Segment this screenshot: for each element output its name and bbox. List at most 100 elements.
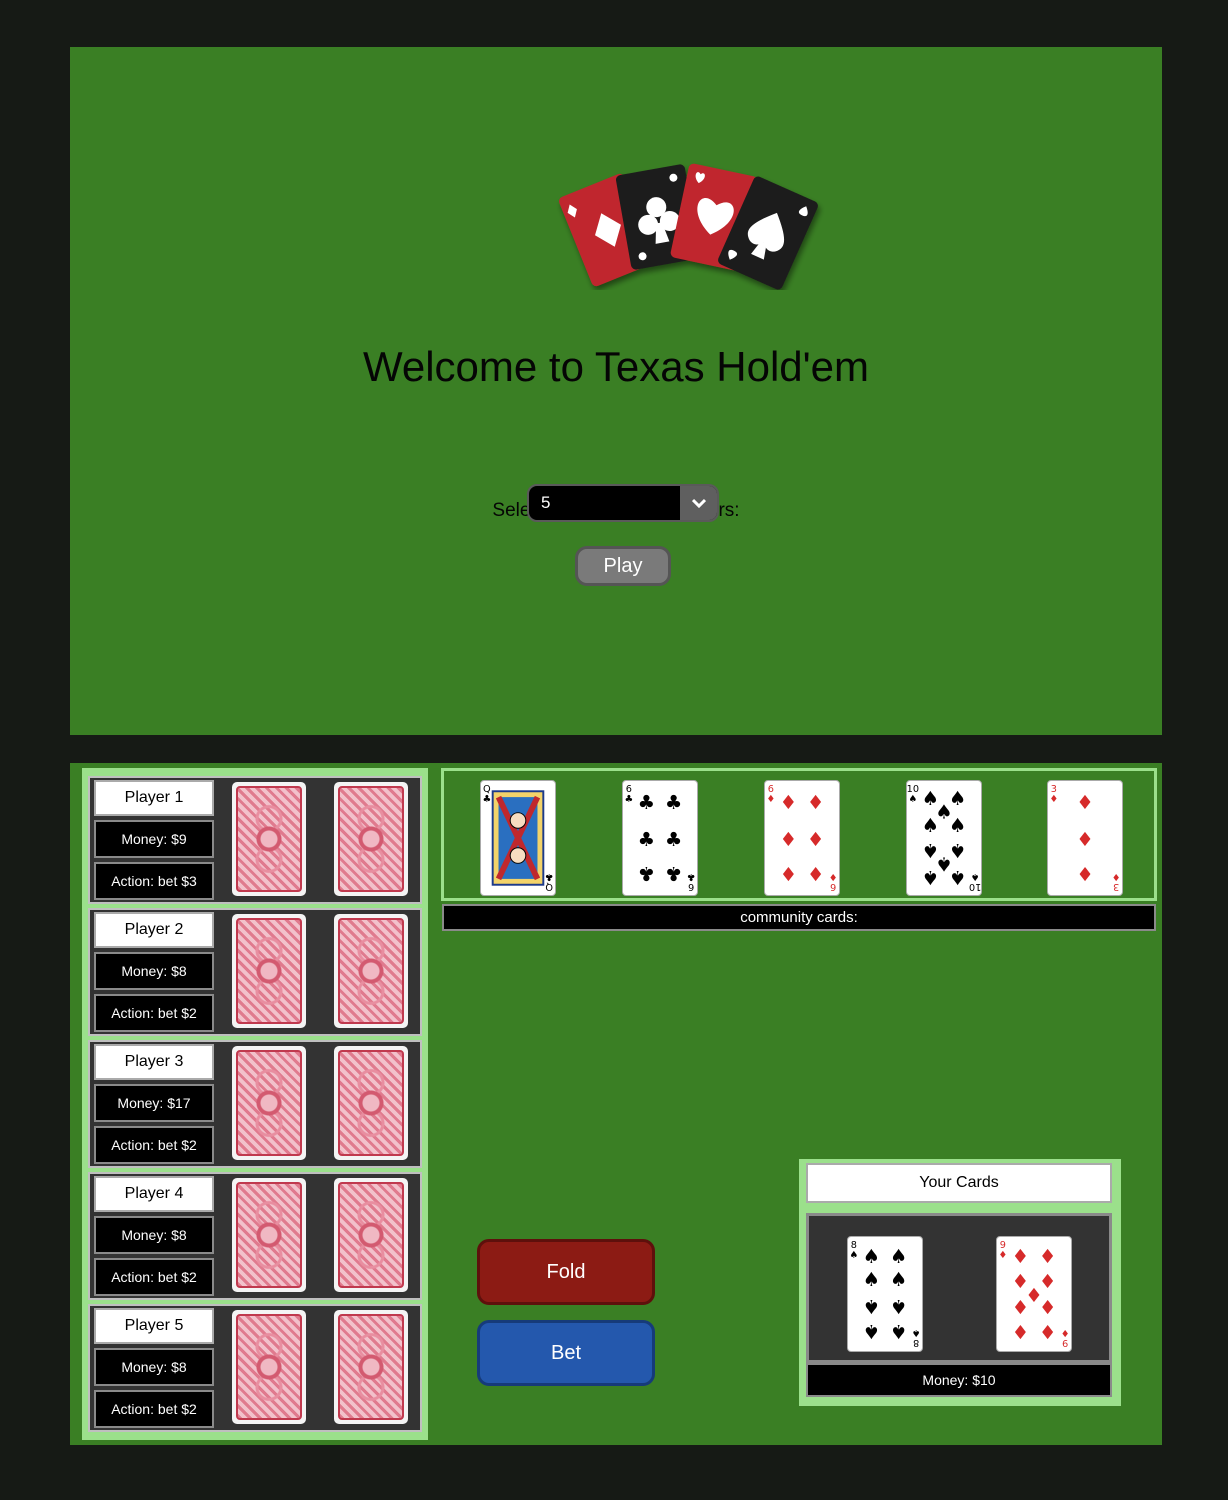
suit-pip-icon: ♣: [638, 862, 655, 885]
player-action: Action: bet $2: [94, 994, 214, 1032]
suit-icon: ♣: [687, 871, 696, 882]
suit-pip-icon: ♠: [863, 1295, 880, 1318]
setup-panel: Welcome to Texas Hold'em Select number o…: [70, 47, 1162, 735]
bot-count-value: 5: [541, 493, 551, 512]
suit-pip-icon: ♣: [665, 791, 682, 814]
suit-pip-icon: ♦: [1012, 1295, 1029, 1318]
suit-pip-icon: ♣: [638, 828, 655, 851]
player-panel-3: Player 3 Money: $17 Action: bet $2: [88, 1040, 422, 1168]
suit-icon: ♠: [912, 1327, 921, 1338]
player-money: Money: $17: [94, 1084, 214, 1122]
suit-icon: ♠: [971, 871, 980, 882]
player-action: Action: bet $2: [94, 1126, 214, 1164]
play-button[interactable]: Play: [575, 546, 671, 586]
your-cards-row: 8 ♠ 8 ♠ ♠ ♠ ♠ ♠ ♠ ♠ ♠ ♠ 9 ♦ 9 ♦ ♦ ♦ ♦ ♦ ♦ ♦ ♦ ♦ ♦: [806, 1213, 1112, 1363]
suit-icon: ♣: [482, 794, 491, 805]
suit-pip-icon: ♦: [1039, 1320, 1056, 1343]
player-panel-5: Player 5 Money: $8 Action: bet $2: [88, 1304, 422, 1432]
suit-icon: ♦: [829, 871, 838, 882]
playing-cards-logo: [559, 163, 818, 290]
bet-button[interactable]: Bet: [477, 1320, 655, 1386]
suit-icon: ♦: [998, 1250, 1007, 1261]
card-back: [334, 1178, 408, 1292]
suit-pip-icon: ♣: [665, 828, 682, 851]
suit-pip-icon: ♦: [1076, 862, 1093, 885]
suit-pip-icon: ♠: [863, 1245, 880, 1268]
suit-pip-icon: ♠: [922, 866, 939, 889]
suit-icon: ♦: [766, 794, 775, 805]
suit-pip-icon: ♠: [949, 814, 966, 837]
chevron-down-icon: [680, 486, 717, 520]
game-table: Player 1 Money: $9 Action: bet $3 Player…: [70, 763, 1162, 1445]
community-card-2: 6 ♣ 6 ♣ ♣ ♣ ♣ ♣ ♣ ♣: [622, 780, 698, 896]
player-money: Money: $8: [94, 1216, 214, 1254]
player-action: Action: bet $2: [94, 1258, 214, 1296]
player-name: Player 3: [94, 1044, 214, 1080]
suit-icon: ♦: [1112, 871, 1121, 882]
suit-icon: ♦: [1061, 1327, 1070, 1338]
player-name: Player 2: [94, 912, 214, 948]
player-action: Action: bet $3: [94, 862, 214, 900]
bot-count-select[interactable]: 5: [527, 484, 719, 522]
suit-pip-icon: ♦: [1012, 1245, 1029, 1268]
your-cards-panel: Your Cards 8 ♠ 8 ♠ ♠ ♠ ♠ ♠ ♠ ♠ ♠ ♠ 9 ♦ 9 ♦ ♦ ♦ ♦ ♦ ♦ ♦ ♦ ♦ ♦ Mo…: [799, 1159, 1121, 1406]
suit-pip-icon: ♦: [1039, 1295, 1056, 1318]
community-card-5: 3 ♦ 3 ♦ ♦ ♦ ♦: [1047, 780, 1123, 896]
welcome-title: Welcome to Texas Hold'em: [362, 343, 869, 390]
card-face: 3♦3♦♦♦♦: [1049, 784, 1121, 892]
community-card-3: 6 ♦ 6 ♦ ♦ ♦ ♦ ♦ ♦ ♦: [764, 780, 840, 896]
community-cards-area: Q ♣ Q ♣ 6 ♣ 6 ♣ ♣ ♣ ♣ ♣ ♣ ♣ 6 ♦ 6 ♦ ♦ ♦ ♦ ♦ ♦ ♦ 10 ♠ 10 ♠ ♠ ♠ ♠ ♠ ♠ ♠ ♠…: [441, 768, 1157, 901]
suit-pip-icon: ♦: [1076, 828, 1093, 851]
suit-icon: ♠: [908, 794, 917, 805]
player-money: Money: $9: [94, 820, 214, 858]
community-card-4: 10 ♠ 10 ♠ ♠ ♠ ♠ ♠ ♠ ♠ ♠ ♠ ♠ ♠: [906, 780, 982, 896]
suit-pip-icon: ♦: [780, 791, 797, 814]
suit-pip-icon: ♠: [890, 1320, 907, 1343]
card-back: [334, 782, 408, 896]
suit-pip-icon: ♦: [1039, 1245, 1056, 1268]
your-card-1: 8 ♠ 8 ♠ ♠ ♠ ♠ ♠ ♠ ♠ ♠ ♠: [847, 1236, 923, 1352]
suit-pip-icon: ♦: [807, 828, 824, 851]
fold-button[interactable]: Fold: [477, 1239, 655, 1305]
suit-pip-icon: ♦: [780, 862, 797, 885]
suit-pip-icon: ♠: [922, 814, 939, 837]
player-panel-1: Player 1 Money: $9 Action: bet $3: [88, 776, 422, 904]
suit-pip-icon: ♠: [863, 1320, 880, 1343]
card-back: [232, 1310, 306, 1424]
suit-pip-icon: ♠: [890, 1295, 907, 1318]
suit-icon: ♣: [545, 871, 554, 882]
suit-pip-icon: ♣: [638, 791, 655, 814]
player-panel-2: Player 2 Money: $8 Action: bet $2: [88, 908, 422, 1036]
card-face: 10♠10♠♠ ♠♠♠ ♠♠ ♠♠♠ ♠: [907, 784, 981, 892]
card-back: [232, 1178, 306, 1292]
community-card-1: Q ♣ Q ♣: [480, 780, 556, 896]
card-back: [232, 914, 306, 1028]
player-name: Player 1: [94, 780, 214, 816]
suit-pip-icon: ♠: [949, 866, 966, 889]
suit-pip-icon: ♣: [665, 862, 682, 885]
suit-pip-icon: ♦: [807, 862, 824, 885]
bot-players-list: Player 1 Money: $9 Action: bet $3 Player…: [82, 768, 428, 1440]
suit-pip-icon: ♦: [1076, 791, 1093, 814]
suit-icon: ♣: [624, 794, 633, 805]
your-money: Money: $10: [806, 1363, 1112, 1397]
card-face: 6♣6♣♣ ♣♣ ♣♣ ♣: [624, 784, 696, 892]
card-face: Q♣Q♣: [482, 784, 554, 892]
player-money: Money: $8: [94, 1348, 214, 1386]
suit-icon: ♦: [1049, 794, 1058, 805]
suit-pip-icon: ♦: [1012, 1320, 1029, 1343]
suit-pip-icon: ♠: [863, 1268, 880, 1291]
card-back: [334, 914, 408, 1028]
card-back: [334, 1310, 408, 1424]
suit-pip-icon: ♦: [807, 791, 824, 814]
card-back: [232, 782, 306, 896]
player-name: Player 4: [94, 1176, 214, 1212]
card-back: [232, 1046, 306, 1160]
card-face: 9♦9♦♦ ♦♦ ♦♦♦ ♦♦ ♦: [998, 1240, 1070, 1348]
player-name: Player 5: [94, 1308, 214, 1344]
queen-portrait: [491, 790, 545, 886]
player-panel-4: Player 4 Money: $8 Action: bet $2: [88, 1172, 422, 1300]
card-face: 8♠8♠♠ ♠♠ ♠♠ ♠♠ ♠: [849, 1240, 921, 1348]
player-money: Money: $8: [94, 952, 214, 990]
suit-pip-icon: ♠: [890, 1268, 907, 1291]
